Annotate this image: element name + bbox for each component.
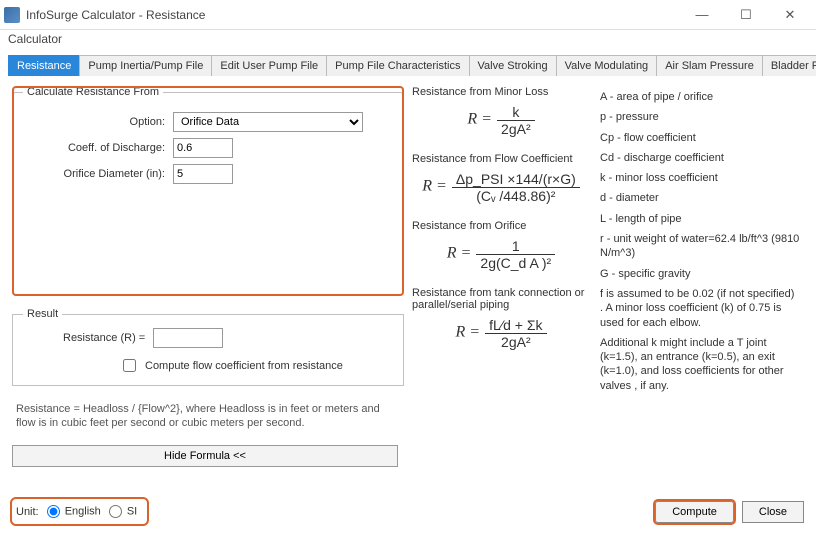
tab-strip: Resistance Pump Inertia/Pump File Edit U… (8, 54, 808, 75)
formula-orifice: R = 12g(C_d A )² (412, 234, 592, 281)
app-icon (4, 7, 20, 23)
tab-edit-pump-file[interactable]: Edit User Pump File (211, 55, 327, 76)
unit-si-option[interactable]: SI (109, 505, 137, 518)
formulas-column: Resistance from Minor Loss R = k2gA² Res… (412, 80, 592, 470)
formula-tank: R = fL⁄d + Σk2gA² (412, 313, 592, 360)
legend-Cp: Cp - flow coefficient (600, 131, 800, 145)
tab-resistance[interactable]: Resistance (8, 55, 80, 76)
formula-minor-title: Resistance from Minor Loss (412, 86, 592, 98)
legend-addl: Additional k might include a T joint (k=… (600, 336, 800, 393)
content-area: Calculate Resistance From Option: Orific… (0, 76, 816, 470)
resistance-note: Resistance = Headloss / {Flow^2}, where … (12, 402, 404, 431)
legend-p: p - pressure (600, 110, 800, 124)
calc-legend: Calculate Resistance From (23, 86, 163, 98)
calculate-resistance-group: Calculate Resistance From Option: Orific… (12, 86, 404, 296)
tab-air-slam-pressure[interactable]: Air Slam Pressure (656, 55, 763, 76)
titlebar: InfoSurge Calculator - Resistance — ☐ ✕ (0, 0, 816, 30)
compute-flow-coef-label: Compute flow coefficient from resistance (145, 360, 343, 372)
legend-Cd: Cd - discharge coefficient (600, 151, 800, 165)
tab-pump-inertia[interactable]: Pump Inertia/Pump File (79, 55, 212, 76)
unit-selector: Unit: English SI (12, 499, 147, 524)
menubar: Calculator (0, 30, 816, 50)
window-title: InfoSurge Calculator - Resistance (26, 8, 205, 22)
footer: Unit: English SI Compute Close (12, 499, 804, 524)
diameter-label: Orifice Diameter (in): (23, 168, 173, 180)
unit-english-option[interactable]: English (47, 505, 101, 518)
resistance-label: Resistance (R) = (63, 332, 145, 344)
formula-flowcoef: R = Δp_PSI ×144/(r×G)(Cᵥ /448.86)² (412, 167, 592, 214)
legend-k: k - minor loss coefficient (600, 171, 800, 185)
unit-si-radio[interactable] (109, 505, 122, 518)
formula-minor: R = k2gA² (412, 100, 592, 147)
cd-label: Coeff. of Discharge: (23, 142, 173, 154)
legend-G: G - specific gravity (600, 267, 800, 281)
legend-L: L - length of pipe (600, 212, 800, 226)
compute-button[interactable]: Compute (655, 501, 734, 523)
legend-column: A - area of pipe / orifice p - pressure … (600, 80, 800, 470)
close-button[interactable]: Close (742, 501, 804, 523)
hide-formula-button[interactable]: Hide Formula << (12, 445, 398, 467)
close-window-button[interactable]: ✕ (768, 1, 812, 29)
menu-calculator[interactable]: Calculator (8, 32, 62, 46)
formula-flowcoef-title: Resistance from Flow Coefficient (412, 153, 592, 165)
tab-valve-modulating[interactable]: Valve Modulating (556, 55, 658, 76)
maximize-button[interactable]: ☐ (724, 1, 768, 29)
legend-f: f is assumed to be 0.02 (if not specifie… (600, 287, 800, 330)
option-select[interactable]: Orifice Data (173, 112, 363, 132)
tab-pump-file-characteristics[interactable]: Pump File Characteristics (326, 55, 469, 76)
diameter-input[interactable] (173, 164, 233, 184)
resistance-output (153, 328, 223, 348)
unit-english-radio[interactable] (47, 505, 60, 518)
tab-bladder-pred[interactable]: Bladder Pred... (762, 55, 816, 76)
legend-r: r - unit weight of water=62.4 lb/ft^3 (9… (600, 232, 800, 261)
compute-flow-coef-checkbox[interactable] (123, 359, 136, 372)
legend-A: A - area of pipe / orifice (600, 90, 800, 104)
legend-d: d - diameter (600, 191, 800, 205)
cd-input[interactable] (173, 138, 233, 158)
formula-orifice-title: Resistance from Orifice (412, 220, 592, 232)
formula-tank-title: Resistance from tank connection or paral… (412, 287, 592, 311)
result-legend: Result (23, 308, 62, 320)
minimize-button[interactable]: — (680, 1, 724, 29)
tab-valve-stroking[interactable]: Valve Stroking (469, 55, 557, 76)
unit-label: Unit: (16, 506, 39, 518)
option-label: Option: (23, 116, 173, 128)
result-group: Result Resistance (R) = Compute flow coe… (12, 308, 404, 386)
